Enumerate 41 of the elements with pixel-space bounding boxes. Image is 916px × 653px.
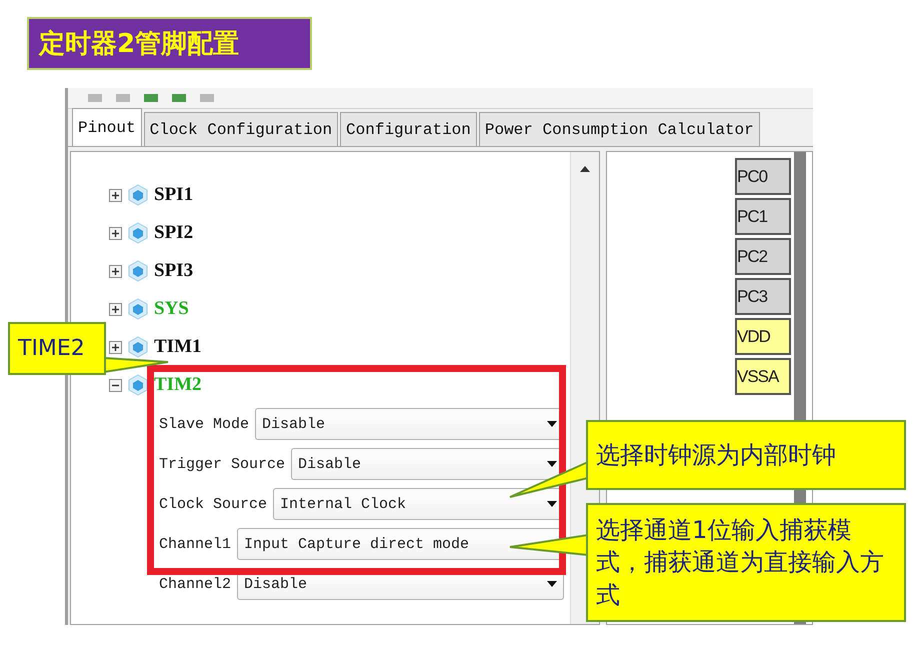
tab[interactable]: Pinout	[72, 108, 142, 146]
caret-icon	[547, 421, 557, 427]
tab[interactable]: Power Consumption Calculator	[478, 112, 760, 146]
pin-label[interactable]: PC2	[735, 238, 791, 275]
caret-icon	[547, 461, 557, 467]
slide-title: 定时器2管脚配置	[27, 17, 312, 70]
pin-label[interactable]: PC0	[735, 158, 791, 195]
tab[interactable]: Configuration	[340, 112, 477, 146]
tree-item[interactable]: SPI3	[154, 260, 194, 282]
pin-label[interactable]: PC1	[735, 198, 791, 235]
callout-pointer	[103, 356, 169, 374]
cube-icon	[128, 374, 148, 396]
setting-label: Clock Source	[159, 496, 268, 512]
cube-icon	[128, 260, 148, 282]
callout: 选择通道1位输入捕获模式，捕获通道为直接输入方式	[586, 503, 906, 622]
tree-item[interactable]: SPI1	[154, 184, 194, 206]
tree-item[interactable]: SPI2	[154, 222, 194, 244]
cube-icon	[128, 222, 148, 244]
expand-toggle[interactable]	[109, 226, 122, 240]
pin-label[interactable]: VDD	[735, 318, 791, 355]
setting-label: Trigger Source	[159, 456, 286, 472]
cube-icon	[128, 298, 148, 320]
expand-toggle[interactable]	[109, 264, 122, 278]
callout: 选择时钟源为内部时钟	[586, 420, 906, 490]
callout: TIME2	[8, 322, 106, 375]
setting-label: Channel1	[159, 536, 232, 552]
collapse-toggle[interactable]	[109, 378, 122, 392]
setting-label: Slave Mode	[159, 416, 250, 432]
scroll-up-icon[interactable]	[580, 166, 590, 172]
expand-toggle[interactable]	[109, 302, 122, 316]
tab[interactable]: Clock Configuration	[144, 112, 338, 146]
cube-icon	[128, 336, 148, 358]
tree-item[interactable]: TIM1	[154, 336, 202, 358]
caret-icon	[547, 581, 557, 587]
setting-label: Channel2	[159, 576, 232, 592]
expand-toggle[interactable]	[109, 340, 122, 354]
caret-icon	[547, 501, 557, 507]
pin-label[interactable]: VSSA	[735, 358, 791, 395]
pin-label[interactable]: PC3	[735, 278, 791, 315]
expand-toggle[interactable]	[109, 188, 122, 202]
cube-icon	[128, 184, 148, 206]
